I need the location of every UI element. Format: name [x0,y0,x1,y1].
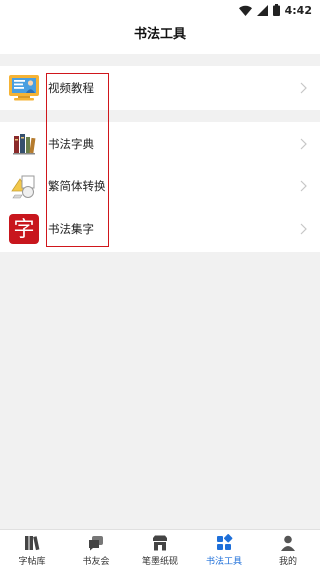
battery-icon [272,4,280,16]
tab-label: 书法工具 [205,557,242,567]
tool-row-video-tutorial[interactable]: 视频教程 [0,68,320,108]
tools-section-primary: 视频教程 [0,66,320,110]
tool-label: 书法集字 [48,222,94,236]
tool-row-traditional-simplified[interactable]: 繁简体转换 [0,166,320,206]
tab-stationery-shop[interactable]: 笔墨纸砚 [128,530,192,569]
chevron-right-icon [300,138,307,150]
books-stack-icon [25,536,40,551]
chevron-right-icon [300,82,307,94]
tab-calligraphy-tools[interactable]: 书法工具 [192,530,256,569]
page-title: 书法工具 [133,27,186,42]
tab-copybook-library[interactable]: 字帖库 [0,530,64,569]
zi-character-text: 字 [13,216,35,241]
chevron-right-icon [300,223,307,235]
chat-bubbles-icon [89,536,103,551]
tool-row-calligraphy-collection[interactable]: 字 书法集字 [0,209,320,249]
chevron-right-icon [300,180,307,192]
status-bar: 4:42 [0,0,320,20]
wifi-icon [238,5,252,16]
tab-my-profile[interactable]: 我的 [256,530,320,569]
zi-character-icon: 字 [7,212,41,246]
tab-book-club[interactable]: 书友会 [64,530,128,569]
tab-label: 笔墨纸砚 [141,557,178,567]
shop-icon [153,535,167,551]
tool-row-calligraphy-dictionary[interactable]: 书法字典 [0,124,320,164]
grid-tools-icon [217,534,233,550]
signal-icon [256,4,268,16]
books-icon [7,127,41,161]
tab-label: 字帖库 [18,557,46,567]
video-tutorial-icon [7,71,41,105]
bottom-tab-bar: 字帖库 书友会 笔墨纸砚 书法工具 我的 [0,529,320,569]
tool-label: 书法字典 [48,137,94,151]
header: 书法工具 [0,20,320,54]
status-time: 4:42 [284,3,312,17]
status-icons: 4:42 [238,3,312,17]
tool-label: 繁简体转换 [48,179,106,193]
tab-label: 我的 [278,557,297,567]
tool-label: 视频教程 [48,81,94,95]
tools-section-secondary: 书法字典 繁简体转换 字 书法集字 [0,122,320,252]
shapes-icon [7,169,41,203]
tab-label: 书友会 [82,557,110,567]
person-icon [281,535,295,551]
